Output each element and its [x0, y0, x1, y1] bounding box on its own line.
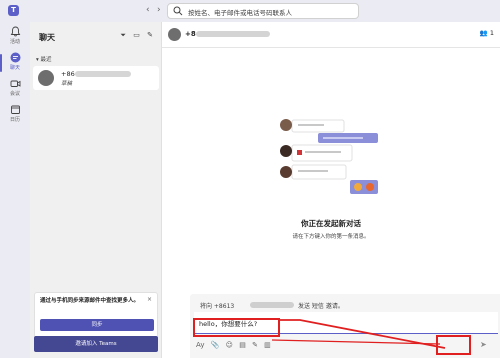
gif-icon[interactable]: ▤	[239, 341, 246, 349]
compose-toolbar: Ay 📎 ☺ ▤ ✎ ▥	[196, 341, 275, 349]
filter-icon[interactable]: ⏷	[120, 31, 126, 40]
send-icon[interactable]: ➤	[480, 340, 487, 349]
rail-item-calendar[interactable]: 日历	[0, 102, 30, 128]
participant-count: 1	[489, 29, 494, 37]
chat-item-subtitle: 草稿	[61, 81, 73, 87]
rail-item-chat[interactable]: 聊天	[0, 50, 30, 76]
format-icon[interactable]: Ay	[196, 341, 204, 349]
avatar	[38, 70, 54, 86]
chevron-right-icon[interactable]: ›	[157, 5, 161, 15]
app-rail: 活动 聊天 会议 日历	[0, 22, 30, 358]
sync-invite-text: 通过与手机同步来源邮件中查找更多人。	[40, 298, 140, 304]
input-highlight-box	[193, 318, 280, 337]
emoji-icon[interactable]: ☺	[226, 341, 233, 349]
teams-logo-icon: T	[8, 5, 19, 16]
rail-label-chat: 聊天	[9, 65, 20, 71]
participants-button[interactable]: 👥 1	[480, 29, 494, 37]
video-call-icon[interactable]: ▭	[133, 31, 140, 39]
search-icon	[173, 6, 183, 16]
search-placeholder: 按姓名、电子邮件或电话号码联系人	[188, 9, 292, 17]
list-title: 聊天	[39, 33, 55, 42]
chat-header: +8 👥 1	[162, 22, 500, 48]
send-highlight-box	[436, 335, 471, 355]
active-indicator	[0, 54, 2, 72]
chat-item-number: +86	[61, 70, 75, 78]
rail-label-meetings: 会议	[9, 91, 20, 97]
chat-header-name: +8	[185, 30, 196, 38]
chevron-left-icon[interactable]: ‹	[146, 5, 150, 15]
calendar-icon	[10, 105, 20, 114]
sms-hint-suffix: 发送 短信 邀请。	[298, 303, 344, 310]
redacted-number	[250, 302, 294, 308]
chat-icon	[10, 52, 20, 63]
rail-label-activity: 活动	[9, 39, 20, 45]
chart-icon[interactable]: ▥	[264, 341, 271, 349]
invite-to-teams-button[interactable]: 邀请加入 Teams	[34, 336, 158, 352]
new-conversation-illustration	[280, 119, 378, 194]
search-input[interactable]: 按姓名、电子邮件或电话号码联系人	[167, 3, 359, 19]
empty-state-title: 你正在发起新对话	[301, 219, 361, 228]
redacted-number	[75, 71, 131, 77]
redacted-number	[196, 31, 270, 37]
avatar	[168, 28, 181, 41]
sync-button[interactable]: 同步	[40, 319, 154, 331]
list-toolbar: ⏷ ▭ ✎	[115, 31, 153, 40]
attach-icon[interactable]: 📎	[211, 341, 220, 349]
recent-section-header[interactable]: ▾ 最近	[36, 55, 52, 63]
sticker-icon[interactable]: ✎	[252, 341, 258, 349]
rail-item-activity[interactable]: 活动	[0, 24, 30, 50]
bell-icon	[10, 26, 20, 37]
video-icon	[10, 80, 20, 87]
close-icon[interactable]: ×	[147, 296, 152, 303]
rail-item-meetings[interactable]: 会议	[0, 76, 30, 102]
sync-invite-card: 通过与手机同步来源邮件中查找更多人。 × 同步	[34, 292, 158, 338]
title-bar: T ‹ › 按姓名、电子邮件或电话号码联系人	[0, 0, 500, 22]
chat-main-pane: +8 👥 1 你正在发起新对话 请在下方键入你的第一条消息。 将向 +8613 …	[162, 22, 500, 358]
sms-hint-prefix: 将向 +8613	[200, 303, 235, 310]
empty-state-subtitle: 请在下方键入你的第一条消息。	[292, 234, 370, 240]
rail-label-calendar: 日历	[9, 117, 20, 123]
new-chat-icon[interactable]: ✎	[147, 31, 153, 39]
chat-list-item[interactable]: +86 草稿	[33, 66, 159, 90]
chat-list-pane: 聊天 ⏷ ▭ ✎ ▾ 最近 +86 草稿 通过与手机同步来源邮件中查找更多人。 …	[30, 22, 162, 358]
